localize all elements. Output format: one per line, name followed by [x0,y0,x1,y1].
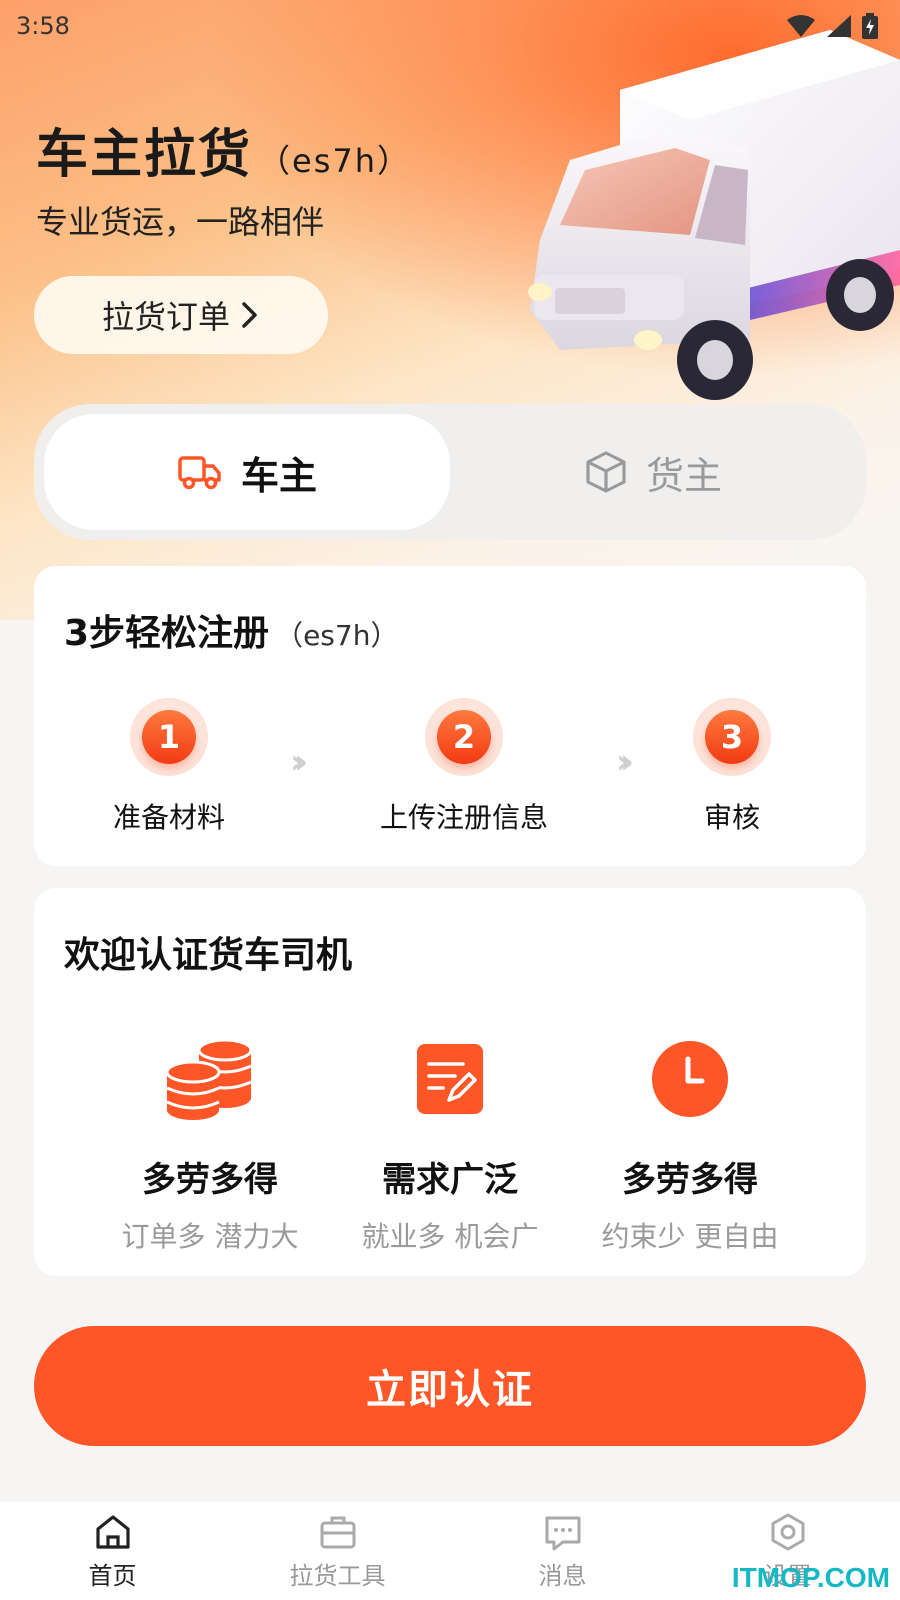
step-2-number: 2 [437,710,491,764]
coins-icon [165,1038,253,1120]
role-switch: 车主 货主 [34,404,866,540]
benefit-2-title: 需求广泛 [382,1160,518,1200]
signal-icon [827,15,851,37]
register-card-title-text: 3步轻松注册 [64,613,270,654]
truck-icon [178,456,221,490]
tabbar-label-messages: 消息 [538,1562,587,1590]
step-1: 1 准备材料 [94,698,244,836]
benefits-card: 欢迎认证货车司机 多劳多得 订单多 潜力大 需求广泛 就业多 机会广 多劳多得 … [34,888,866,1276]
step-arrow-2-icon: ›› [616,742,634,782]
benefit-3-subtitle: 约束少 更自由 [601,1220,779,1253]
benefit-item-3: 多劳多得 约束少 更自由 [560,1034,820,1255]
tab-truck-owner-label: 车主 [240,453,317,498]
tab-cargo-owner-label: 货主 [645,453,722,498]
truck-illustration [528,30,900,400]
step-1-number: 1 [142,710,196,764]
clock-icon [652,1041,728,1117]
benefit-2-subtitle: 就业多 机会广 [361,1220,539,1253]
settings-icon [771,1513,804,1551]
tabbar-item-messages[interactable]: 消息 [463,1502,663,1600]
step-1-label: 准备材料 [112,801,225,834]
order-button-label: 拉货订单 [101,298,230,336]
step-2: 2 上传注册信息 [364,698,564,836]
step-arrow-1-icon: ›› [290,742,308,782]
tabbar-item-tools[interactable]: 拉货工具 [238,1502,438,1600]
step-3-number: 3 [705,710,759,764]
briefcase-icon [320,1516,355,1549]
certify-now-label: 立即认证 [366,1367,534,1413]
step-3: 3 审核 [682,698,782,836]
tab-cargo-owner[interactable]: 货主 [450,414,856,530]
register-card-title-suffix: （es7h） [275,619,399,652]
status-time: 3:58 [16,12,70,40]
watermark: ITMOP.COM [731,1562,890,1593]
hero-title: 车主拉货 （es7h） [36,112,411,187]
register-card-title: 3步轻松注册 （es7h） [64,604,398,656]
register-steps-card: 3步轻松注册 （es7h） 1 准备材料 ›› 2 上传注册信息 ›› 3 审核 [34,566,866,866]
status-bar: 3:58 [0,0,900,52]
step-3-badge: 3 [693,698,771,776]
hero-subtitle: 专业货运，一路相伴 [36,203,325,241]
benefit-item-2: 需求广泛 就业多 机会广 [320,1034,580,1255]
box-icon [586,451,626,493]
home-icon [95,1515,130,1549]
message-icon [545,1516,580,1551]
step-1-badge: 1 [130,698,208,776]
step-2-label: 上传注册信息 [379,801,548,834]
tabbar-item-home[interactable]: 首页 [13,1502,213,1600]
step-2-badge: 2 [425,698,503,776]
step-3-label: 审核 [703,801,760,834]
benefit-1-title: 多劳多得 [142,1160,278,1200]
hero-title-suffix: （es7h） [258,142,412,180]
benefit-1-subtitle: 订单多 潜力大 [121,1220,299,1253]
status-icons [786,13,878,39]
tabbar-label-tools: 拉货工具 [289,1562,386,1590]
benefit-item-1: 多劳多得 订单多 潜力大 [80,1034,340,1255]
battery-icon [862,13,878,39]
order-button[interactable]: 拉货订单 [34,276,328,354]
chevron-right-icon [242,302,257,328]
hero-title-text: 车主拉货 [36,125,253,185]
benefits-card-title: 欢迎认证货车司机 [64,935,353,976]
certify-now-button[interactable]: 立即认证 [34,1326,866,1446]
edit-note-icon [417,1044,483,1114]
tab-truck-owner[interactable]: 车主 [44,414,450,530]
benefit-3-title: 多劳多得 [622,1160,758,1200]
wifi-icon [787,15,815,37]
tabbar-label-home: 首页 [88,1562,137,1590]
